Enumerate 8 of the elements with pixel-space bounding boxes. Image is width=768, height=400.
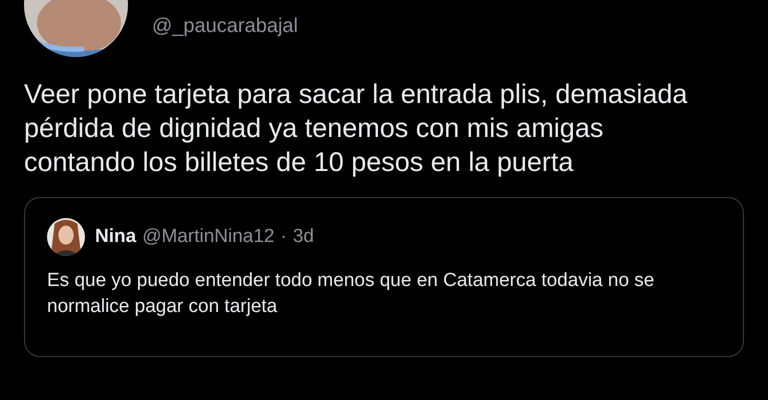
quoted-tweet-text: Es que yo puedo entender todo menos que en Catamerca todavia no se normalice pagar con tarjeta (47, 269, 656, 319)
separator: · (280, 226, 287, 248)
tweet-text: Veer pone tarjeta para sacar la entrada plis, demasiada pérdida de dignidad ya tenemos con mis amigas contando los billetes de 10 pesos en la puerta (24, 78, 688, 179)
user-name[interactable]: Nina (95, 226, 136, 248)
user-handle[interactable]: @_paucarabajal (152, 14, 298, 38)
timestamp: 3d (292, 226, 314, 248)
user-handle[interactable]: @MartinNina12 (142, 226, 274, 248)
quoted-tweet-card[interactable]: Nina @MartinNina12 · 3d Es que yo puedo entender todo menos que en Catamerca todavia no se normalice pagar con tarjeta (24, 197, 744, 357)
